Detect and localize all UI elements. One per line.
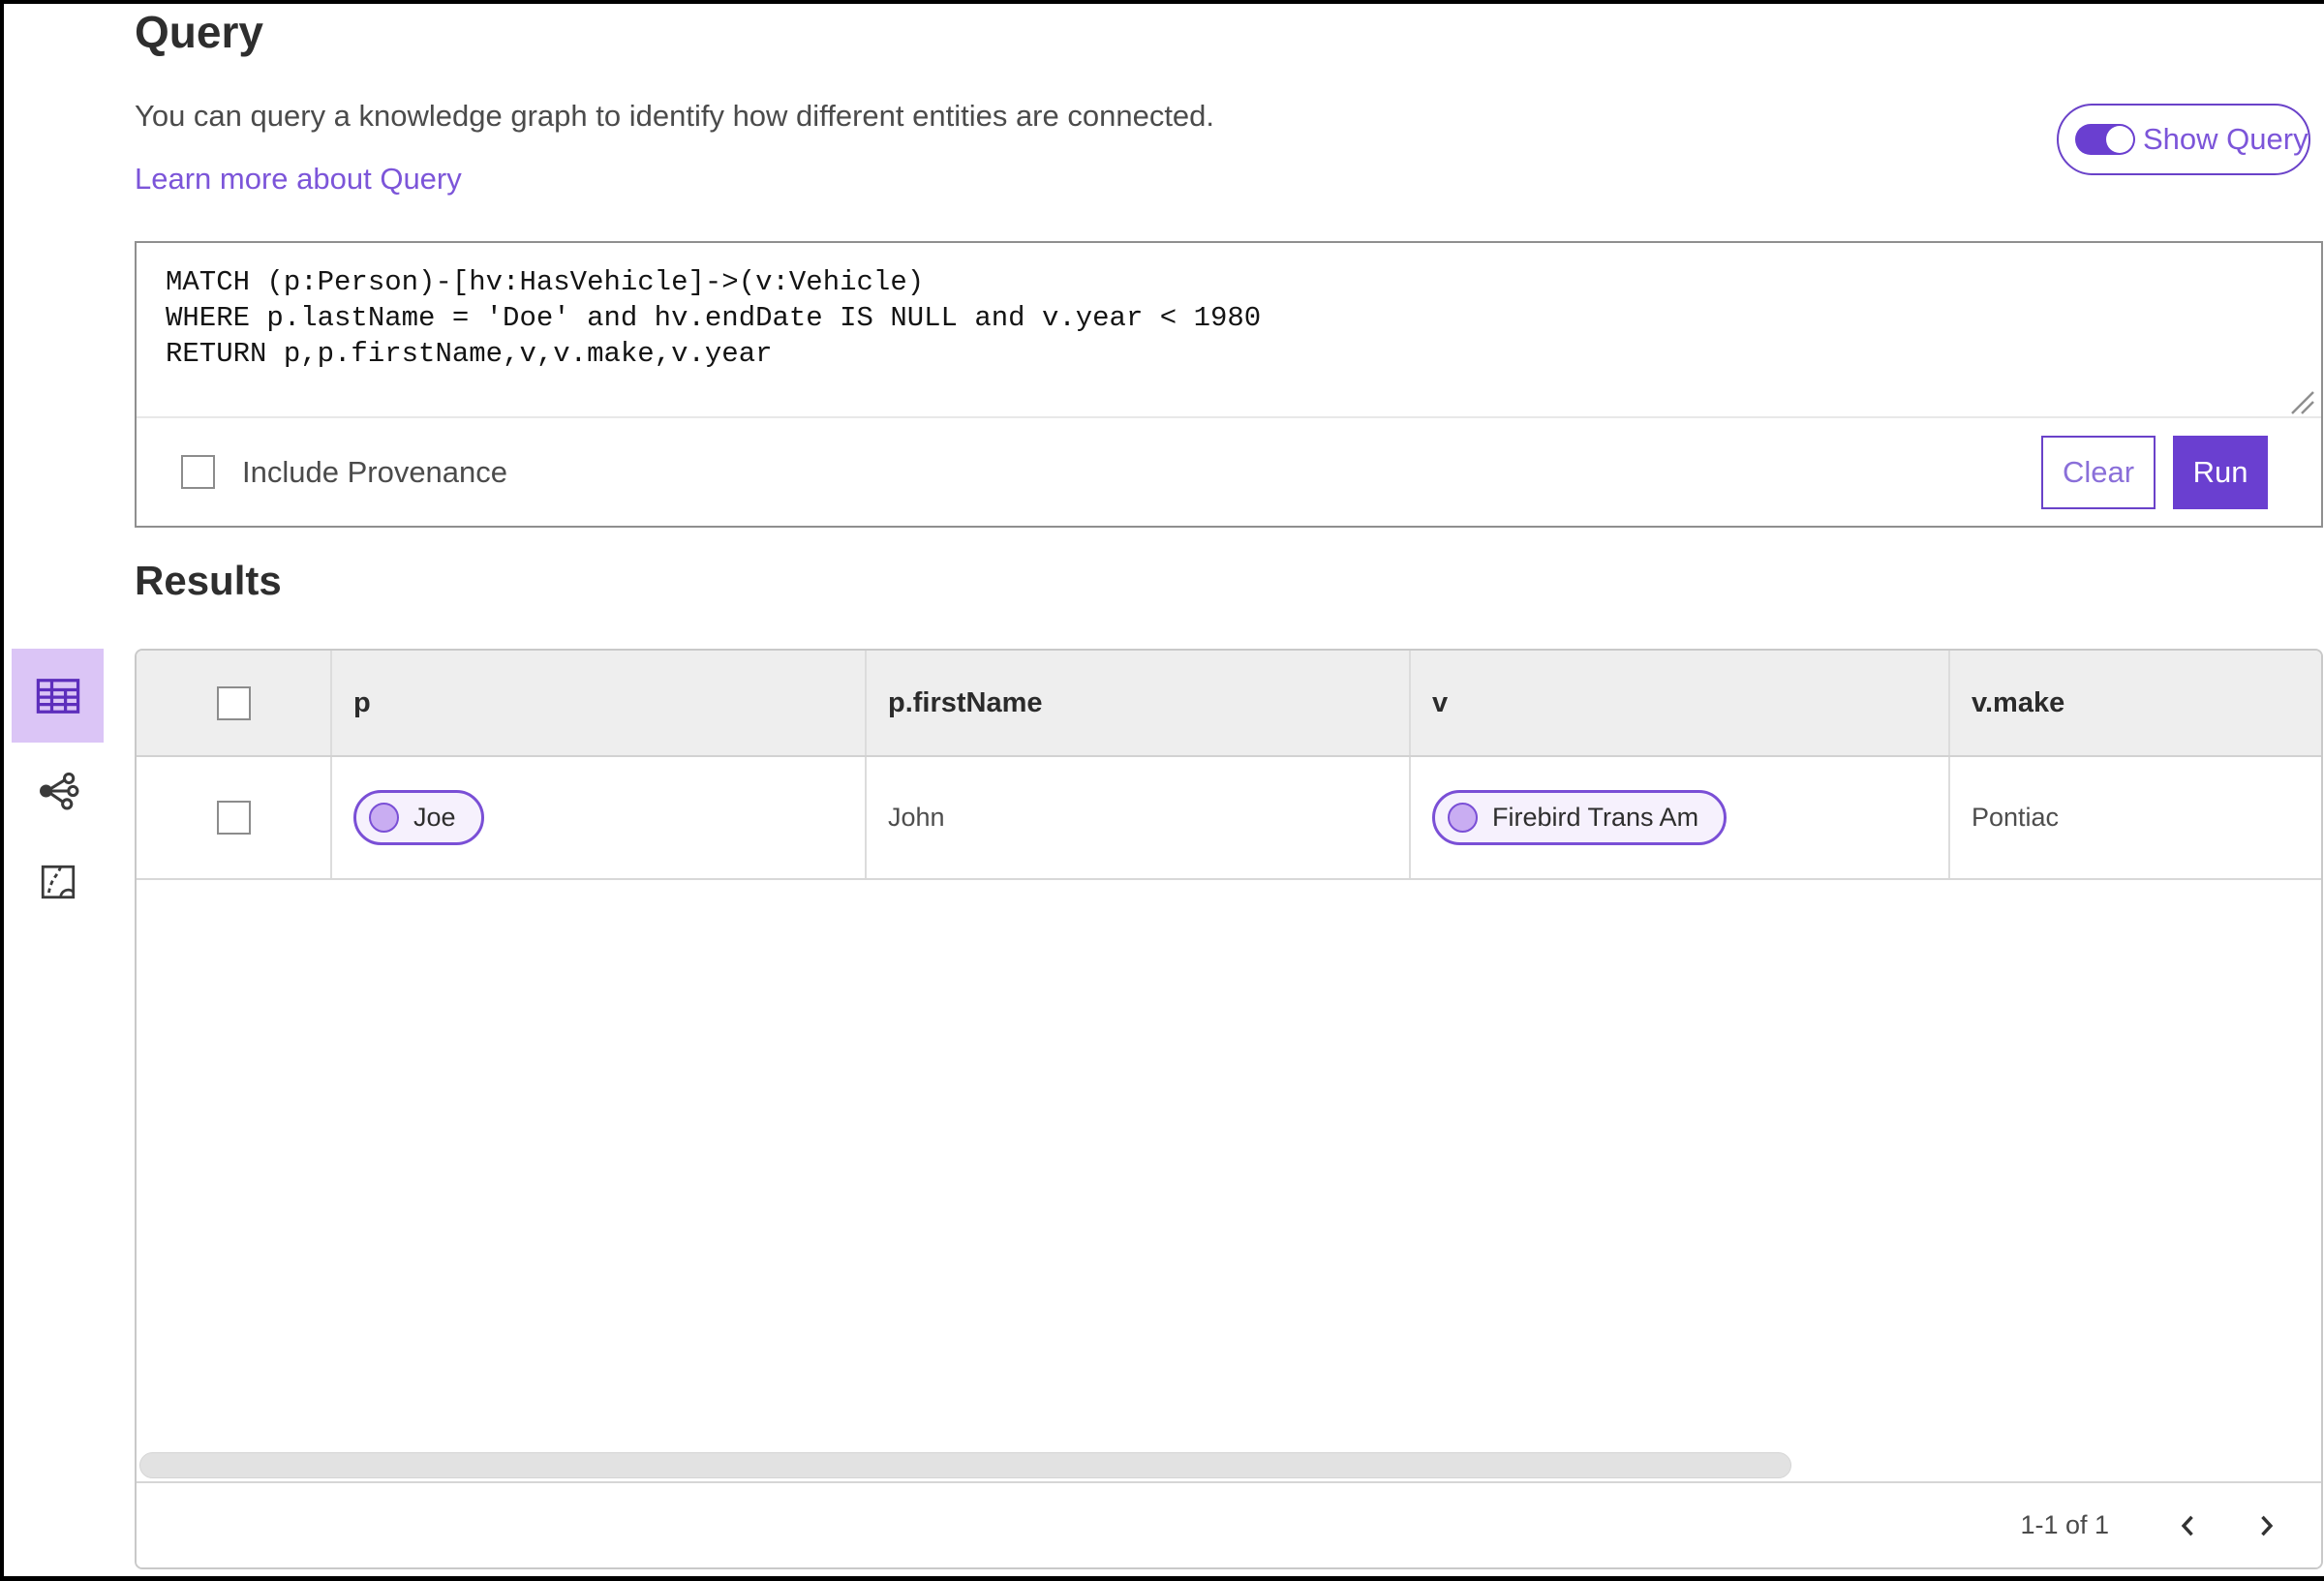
column-header-p-firstname[interactable]: p.firstName [888, 687, 1043, 719]
column-header-v[interactable]: v [1432, 687, 1448, 719]
row-checkbox[interactable] [216, 801, 251, 835]
query-editor-panel: MATCH (p:Person)-[hv:HasVehicle]->(v:Veh… [135, 241, 2323, 528]
table-row: Joe John Firebird Trans Am Pontiac [137, 757, 2321, 880]
chevron-right-icon [2261, 1515, 2274, 1535]
entity-pill-person[interactable]: Joe [353, 790, 484, 845]
entity-pill-label: Firebird Trans Am [1492, 803, 1699, 832]
previous-page-button[interactable] [2167, 1505, 2210, 1547]
learn-more-link[interactable]: Learn more about Query [135, 162, 462, 197]
column-header-v-make[interactable]: v.make [1972, 687, 2064, 719]
resize-handle-icon[interactable] [2286, 386, 2315, 415]
table-header-row: p p.firstName v v.make [137, 651, 2321, 757]
select-all-checkbox[interactable] [216, 685, 251, 720]
results-heading: Results [135, 558, 282, 603]
show-query-toggle[interactable]: Show Query [2057, 104, 2310, 175]
link-chart-view-button[interactable] [12, 757, 104, 825]
include-provenance-checkbox[interactable] [181, 455, 215, 489]
include-provenance-label: Include Provenance [242, 454, 508, 489]
map-view-icon [41, 865, 75, 899]
results-table-panel: p p.firstName v v.make Joe John Firebird… [135, 649, 2323, 1569]
row-select-cell [137, 757, 332, 878]
cell-p-firstname: John [888, 803, 945, 832]
cell-v-make: Pontiac [1972, 803, 2060, 832]
select-all-cell [137, 651, 332, 755]
clear-button[interactable]: Clear [2041, 435, 2156, 509]
run-button[interactable]: Run [2173, 435, 2268, 509]
column-header-p[interactable]: p [353, 687, 371, 719]
table-view-button[interactable] [12, 649, 104, 743]
page-description: You can query a knowledge graph to ident… [135, 99, 1215, 133]
query-input[interactable]: MATCH (p:Person)-[hv:HasVehicle]->(v:Veh… [137, 243, 2321, 418]
table-empty-area [137, 880, 2321, 1481]
link-chart-view-icon [39, 772, 78, 810]
query-editor-footer: Include Provenance Clear Run [137, 418, 2321, 526]
map-view-button[interactable] [12, 848, 104, 916]
horizontal-scrollbar[interactable] [139, 1452, 1791, 1478]
next-page-button[interactable] [2245, 1505, 2287, 1547]
entity-icon [1448, 803, 1478, 833]
entity-pill-label: Joe [413, 803, 456, 832]
chevron-left-icon [2181, 1515, 2193, 1535]
page-title: Query [135, 7, 263, 57]
table-view-icon [36, 678, 79, 714]
entity-pill-vehicle[interactable]: Firebird Trans Am [1432, 790, 1728, 845]
toggle-knob [2106, 126, 2133, 153]
entity-icon [369, 803, 399, 833]
table-footer: 1-1 of 1 [137, 1481, 2321, 1567]
pagination-range-label: 1-1 of 1 [2020, 1510, 2109, 1539]
show-query-label: Show Query [2143, 122, 2309, 156]
toggle-on-icon[interactable] [2075, 124, 2135, 155]
